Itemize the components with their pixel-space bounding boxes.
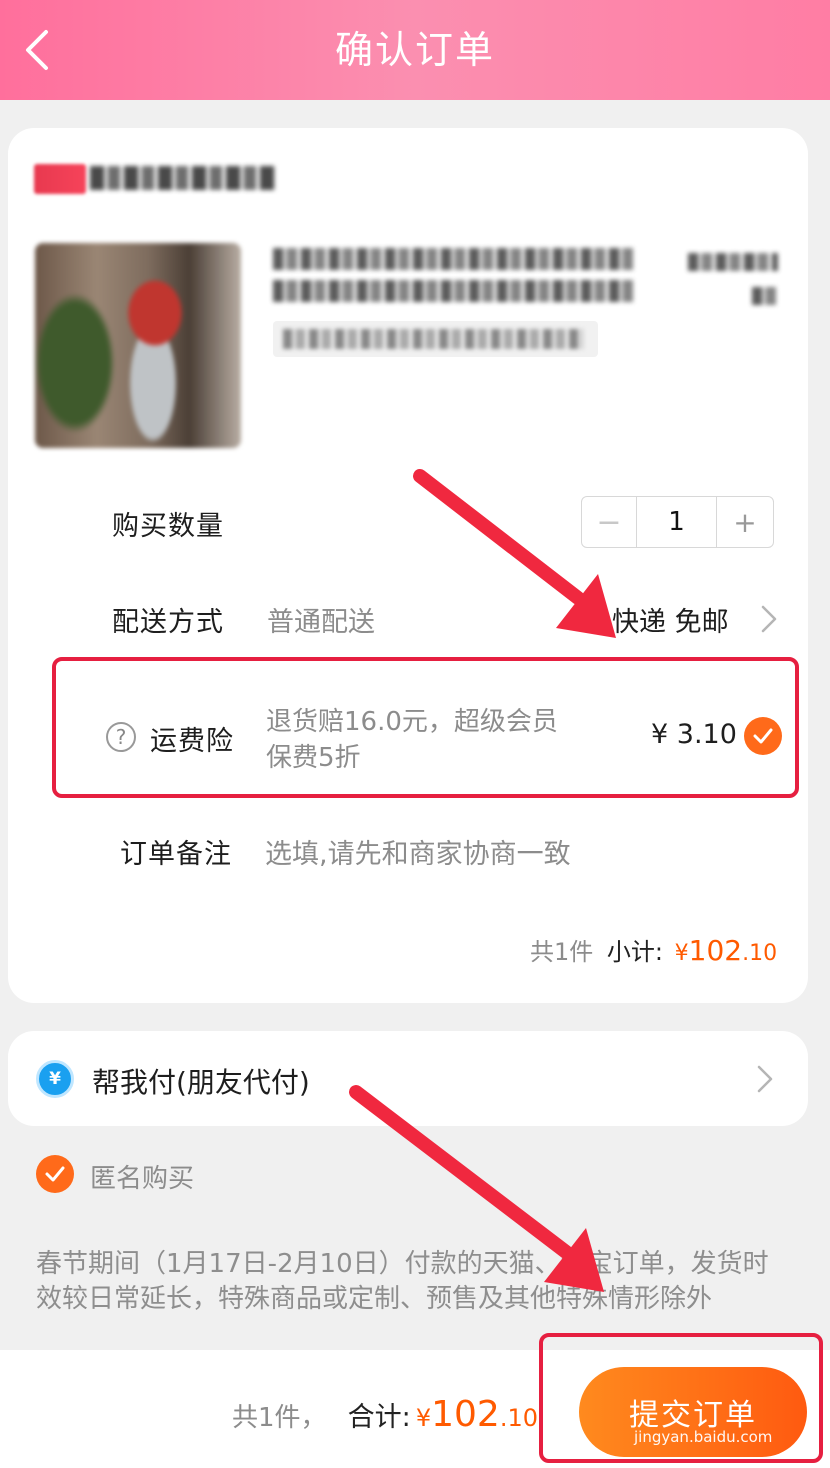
anonymous-label: 匿名购买 xyxy=(90,1164,195,1194)
product-sku-redacted[interactable] xyxy=(273,321,598,357)
holiday-notice: 春节期间（1月17日-2月10日）付款的天猫、淘宝订单，发货时效较日常延长，特殊… xyxy=(36,1249,769,1314)
product-price-redacted xyxy=(688,253,778,271)
page-title: 确认订单 xyxy=(334,28,495,72)
subtotal-yen: ¥ xyxy=(674,941,689,966)
highlight-box-insurance xyxy=(52,657,799,798)
chevron-right-icon xyxy=(761,605,777,633)
total-yen: ¥ xyxy=(415,1404,432,1432)
subtotal-amount: 102 xyxy=(688,934,743,967)
total-count: 共1件， xyxy=(232,1403,327,1433)
product-count-redacted xyxy=(752,287,776,305)
highlight-box-submit xyxy=(539,1333,823,1463)
quantity-minus-button[interactable]: − xyxy=(582,497,637,547)
checkmark-icon xyxy=(45,1166,65,1182)
quantity-stepper: − 1 + xyxy=(581,496,774,548)
quantity-plus-button[interactable]: + xyxy=(717,497,773,547)
friend-pay-label: 帮我付(朋友代付) xyxy=(92,1066,310,1099)
shop-logo-icon xyxy=(34,164,86,194)
quantity-value[interactable]: 1 xyxy=(637,497,717,547)
total-label: 合计: xyxy=(347,1402,411,1433)
subtotal: 共1件 小计: ¥102.10 xyxy=(530,932,777,972)
shop-name-redacted[interactable] xyxy=(90,166,275,190)
product-title-redacted-line2[interactable] xyxy=(273,280,633,302)
subtotal-label: 小计: xyxy=(606,938,664,966)
subtotal-count: 共1件 xyxy=(530,938,594,966)
subtotal-decimal: .10 xyxy=(742,941,778,966)
total-decimal: .10 xyxy=(499,1404,539,1432)
yen-coin-icon: ¥ xyxy=(36,1060,74,1098)
quantity-label: 购买数量 xyxy=(112,511,224,542)
total-summary: 共1件， 合计: ¥102.10 xyxy=(232,1394,538,1438)
delivery-type: 普通配送 xyxy=(267,607,375,638)
delivery-label: 配送方式 xyxy=(112,607,224,638)
product-image[interactable] xyxy=(35,243,241,448)
delivery-row[interactable]: 配送方式 普通配送 快递 免邮 xyxy=(112,590,792,646)
header-bar: 确认订单 xyxy=(0,0,830,100)
chevron-right-icon xyxy=(757,1065,773,1093)
product-title-redacted-line1[interactable] xyxy=(273,248,633,270)
order-note-label: 订单备注 xyxy=(120,839,232,870)
anonymous-checkbox[interactable] xyxy=(36,1155,74,1193)
total-amount: 102 xyxy=(431,1394,500,1435)
order-note-input[interactable]: 选填,请先和商家协商一致 xyxy=(265,832,571,871)
delivery-value: 快递 免邮 xyxy=(612,607,729,638)
